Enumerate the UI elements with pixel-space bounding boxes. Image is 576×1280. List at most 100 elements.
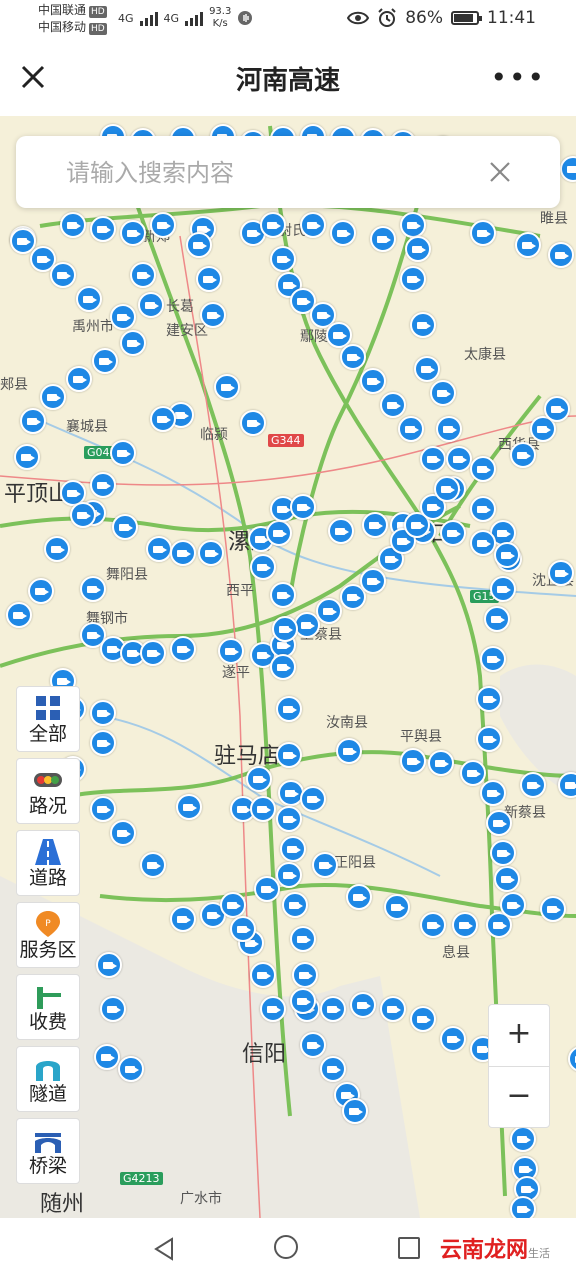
camera-marker-icon[interactable] (198, 540, 224, 566)
camera-marker-icon[interactable] (90, 700, 116, 726)
camera-marker-icon[interactable] (494, 866, 520, 892)
camera-marker-icon[interactable] (480, 646, 506, 672)
layer-service-button[interactable]: P 服务区 (16, 902, 80, 968)
camera-marker-icon[interactable] (380, 392, 406, 418)
layer-tunnel-button[interactable]: 隧道 (16, 1046, 80, 1112)
layer-traffic-button[interactable]: 路况 (16, 758, 80, 824)
camera-marker-icon[interactable] (346, 884, 372, 910)
camera-marker-icon[interactable] (340, 344, 366, 370)
camera-marker-icon[interactable] (470, 220, 496, 246)
camera-marker-icon[interactable] (428, 750, 454, 776)
camera-marker-icon[interactable] (140, 852, 166, 878)
camera-marker-icon[interactable] (360, 568, 386, 594)
camera-marker-icon[interactable] (266, 520, 292, 546)
camera-marker-icon[interactable] (540, 896, 566, 922)
camera-marker-icon[interactable] (430, 380, 456, 406)
camera-marker-icon[interactable] (300, 1032, 326, 1058)
camera-marker-icon[interactable] (452, 912, 478, 938)
camera-marker-icon[interactable] (360, 368, 386, 394)
camera-marker-icon[interactable] (240, 410, 266, 436)
camera-marker-icon[interactable] (140, 640, 166, 666)
camera-marker-icon[interactable] (460, 760, 486, 786)
camera-marker-icon[interactable] (220, 892, 246, 918)
camera-marker-icon[interactable] (320, 996, 346, 1022)
camera-marker-icon[interactable] (280, 836, 306, 862)
camera-marker-icon[interactable] (434, 476, 460, 502)
camera-marker-icon[interactable] (90, 216, 116, 242)
camera-marker-icon[interactable] (28, 578, 54, 604)
camera-marker-icon[interactable] (120, 330, 146, 356)
camera-marker-icon[interactable] (186, 232, 212, 258)
camera-marker-icon[interactable] (342, 1098, 368, 1124)
camera-marker-icon[interactable] (480, 780, 506, 806)
camera-marker-icon[interactable] (110, 304, 136, 330)
camera-marker-icon[interactable] (290, 494, 316, 520)
camera-marker-icon[interactable] (110, 440, 136, 466)
camera-marker-icon[interactable] (410, 312, 436, 338)
camera-marker-icon[interactable] (350, 992, 376, 1018)
camera-marker-icon[interactable] (138, 292, 164, 318)
camera-marker-icon[interactable] (110, 820, 136, 846)
camera-marker-icon[interactable] (370, 226, 396, 252)
zoom-out-button[interactable]: − (489, 1066, 549, 1128)
camera-marker-icon[interactable] (96, 952, 122, 978)
camera-marker-icon[interactable] (94, 1044, 120, 1070)
search-input[interactable] (64, 152, 468, 194)
camera-marker-icon[interactable] (500, 892, 526, 918)
camera-marker-icon[interactable] (292, 962, 318, 988)
camera-marker-icon[interactable] (470, 530, 496, 556)
camera-marker-icon[interactable] (250, 796, 276, 822)
camera-marker-icon[interactable] (200, 302, 226, 328)
camera-marker-icon[interactable] (400, 266, 426, 292)
camera-marker-icon[interactable] (440, 1026, 466, 1052)
camera-marker-icon[interactable] (400, 212, 426, 238)
camera-marker-icon[interactable] (510, 1126, 536, 1152)
camera-marker-icon[interactable] (420, 912, 446, 938)
camera-marker-icon[interactable] (276, 742, 302, 768)
camera-marker-icon[interactable] (150, 212, 176, 238)
camera-marker-icon[interactable] (384, 894, 410, 920)
layer-road-button[interactable]: 道路 (16, 830, 80, 896)
camera-marker-icon[interactable] (490, 840, 516, 866)
camera-marker-icon[interactable] (330, 220, 356, 246)
camera-marker-icon[interactable] (282, 892, 308, 918)
camera-marker-icon[interactable] (336, 738, 362, 764)
camera-marker-icon[interactable] (112, 514, 138, 540)
camera-marker-icon[interactable] (276, 806, 302, 832)
zoom-in-button[interactable]: + (489, 1005, 549, 1066)
camera-marker-icon[interactable] (410, 1006, 436, 1032)
camera-marker-icon[interactable] (328, 518, 354, 544)
camera-marker-icon[interactable] (290, 926, 316, 952)
camera-marker-icon[interactable] (214, 374, 240, 400)
camera-marker-icon[interactable] (170, 540, 196, 566)
camera-marker-icon[interactable] (544, 396, 570, 422)
camera-marker-icon[interactable] (510, 442, 536, 468)
camera-marker-icon[interactable] (484, 606, 510, 632)
camera-marker-icon[interactable] (398, 416, 424, 442)
camera-marker-icon[interactable] (230, 916, 256, 942)
layer-bridge-button[interactable]: 桥梁 (16, 1118, 80, 1184)
camera-marker-icon[interactable] (6, 602, 32, 628)
camera-marker-icon[interactable] (470, 456, 496, 482)
camera-marker-icon[interactable] (510, 1196, 536, 1218)
camera-marker-icon[interactable] (90, 796, 116, 822)
camera-marker-icon[interactable] (276, 862, 302, 888)
camera-marker-icon[interactable] (290, 988, 316, 1014)
camera-marker-icon[interactable] (270, 246, 296, 272)
camera-marker-icon[interactable] (362, 512, 388, 538)
camera-marker-icon[interactable] (260, 212, 286, 238)
camera-marker-icon[interactable] (476, 686, 502, 712)
camera-marker-icon[interactable] (118, 1056, 144, 1082)
camera-marker-icon[interactable] (436, 416, 462, 442)
camera-marker-icon[interactable] (470, 496, 496, 522)
more-menu-icon[interactable]: ••• (490, 64, 546, 92)
camera-marker-icon[interactable] (276, 696, 302, 722)
camera-marker-icon[interactable] (90, 472, 116, 498)
camera-marker-icon[interactable] (260, 996, 286, 1022)
camera-marker-icon[interactable] (548, 560, 574, 586)
camera-marker-icon[interactable] (14, 444, 40, 470)
camera-marker-icon[interactable] (60, 212, 86, 238)
camera-marker-icon[interactable] (490, 576, 516, 602)
camera-marker-icon[interactable] (196, 266, 222, 292)
camera-marker-icon[interactable] (380, 996, 406, 1022)
